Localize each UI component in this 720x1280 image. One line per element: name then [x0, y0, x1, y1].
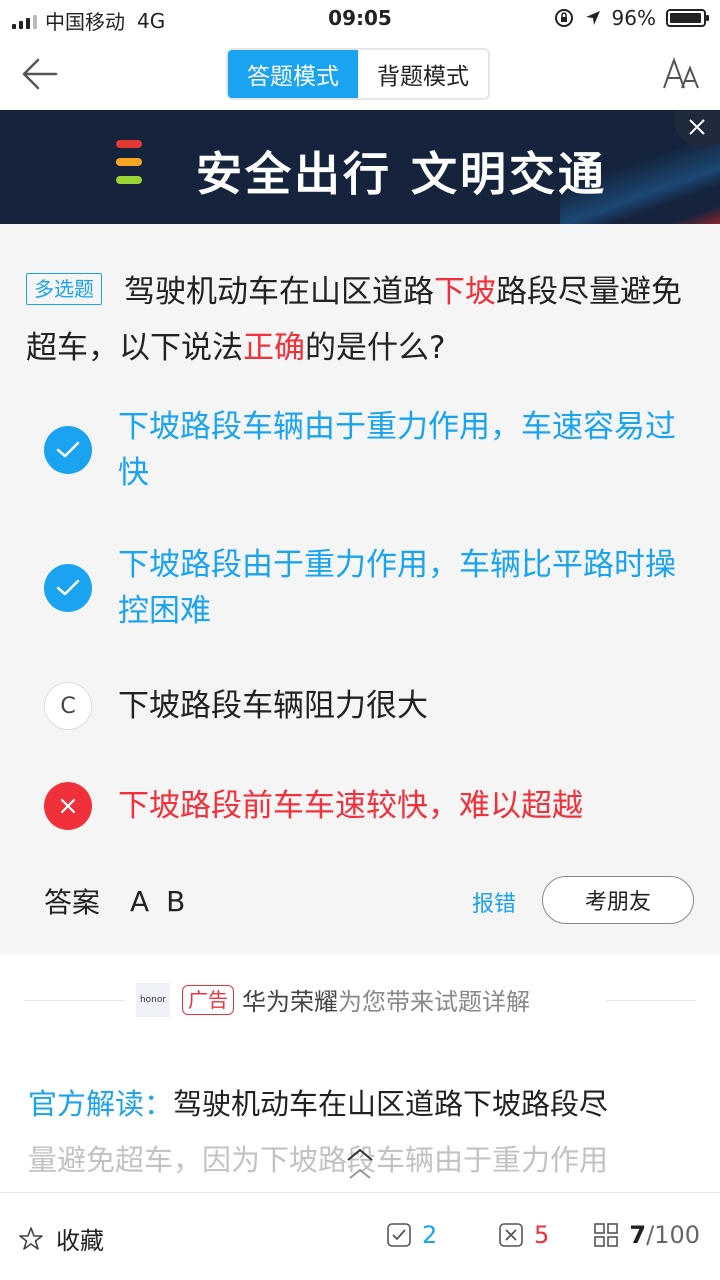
question-progress[interactable]: 7/100 [593, 1221, 700, 1249]
banner-text: 安全出行 文明交通 [196, 147, 608, 201]
correct-count[interactable]: 2 [386, 1221, 437, 1249]
correct-box-icon [387, 1223, 411, 1247]
wrong-count[interactable]: 5 [498, 1221, 549, 1249]
option-d-text: 下坡路段前车车速较快，难以超越 [118, 788, 583, 824]
question-text-part: 驾驶机动车在山区道路 [124, 274, 434, 310]
wrong-box-icon [499, 1223, 523, 1247]
star-icon [19, 1226, 43, 1250]
question-text: 多选题 驾驶机动车在山区道路下坡路段尽量避免超车，以下说法正确的是什么? [26, 264, 686, 376]
ask-friend-button[interactable]: 考朋友 [542, 876, 694, 924]
answer-value: A B [130, 884, 190, 918]
option-c-marker: C [44, 682, 92, 730]
wrong-count-value: 5 [534, 1221, 550, 1249]
sponsor-name: 华为荣耀 [242, 988, 338, 1016]
correct-count-value: 2 [422, 1221, 438, 1249]
divider [606, 1000, 696, 1001]
question-area: 多选题 驾驶机动车在山区道路下坡路段尽量避免超车，以下说法正确的是什么? 下坡路段… [0, 224, 720, 954]
current-question: 7 [629, 1221, 647, 1249]
sponsor-row[interactable]: honor 广告 华为荣耀 为您带来试题详解 [136, 982, 530, 1017]
tab-recite-mode[interactable]: 背题模式 [358, 50, 488, 98]
question-highlight: 下坡 [434, 274, 496, 310]
answer-label: 答案 [44, 886, 101, 919]
explanation-label: 官方解读： [28, 1087, 174, 1121]
sponsor-text: 为您带来试题详解 [338, 988, 530, 1016]
question-type-tag: 多选题 [26, 273, 102, 305]
top-header: 答题模式 背题模式 [0, 38, 720, 110]
answer-row: 答案 A B 报错 考朋友 [44, 876, 694, 926]
favorite-label: 收藏 [56, 1227, 104, 1255]
option-c-text: 下坡路段车辆阻力很大 [118, 688, 428, 724]
explanation-line1: 驾驶机动车在山区道路下坡路段尽 [173, 1087, 609, 1121]
bottom-bar: 收藏 2 5 7/100 [0, 1192, 720, 1280]
status-right: 96% [554, 6, 709, 30]
location-icon [585, 11, 600, 25]
battery-percent: 96% [611, 6, 656, 30]
ad-banner[interactable]: 安全出行 文明交通 [0, 110, 720, 224]
tab-answer-mode[interactable]: 答题模式 [228, 50, 358, 98]
status-bar: 中国移动 4G 09:05 96% [0, 0, 720, 38]
ad-tag: 广告 [182, 984, 234, 1015]
traffic-light-icon [116, 140, 142, 184]
option-b-text: 下坡路段由于重力作用，车辆比平路时操控困难 [118, 547, 676, 629]
cross-icon [44, 782, 92, 830]
honor-logo: honor [136, 982, 170, 1017]
option-c[interactable]: C 下坡路段车辆阻力很大 [44, 682, 694, 730]
option-d[interactable]: 下坡路段前车车速较快，难以超越 [44, 782, 694, 830]
battery-icon [666, 9, 709, 27]
option-b[interactable]: 下坡路段由于重力作用，车辆比平路时操控困难 [44, 542, 694, 634]
back-arrow-icon[interactable] [18, 56, 58, 92]
divider [24, 1000, 124, 1001]
explanation-section: honor 广告 华为荣耀 为您带来试题详解 官方解读：驾驶机动车在山区道路下坡路… [0, 954, 720, 1194]
mode-toggle: 答题模式 背题模式 [226, 48, 490, 100]
total-questions: /100 [646, 1221, 700, 1249]
expand-chevron-icon[interactable] [344, 1144, 376, 1184]
option-a-text: 下坡路段车辆由于重力作用，车速容易过快 [118, 409, 676, 491]
font-size-icon[interactable] [662, 56, 700, 92]
rotation-lock-icon [554, 9, 573, 27]
grid-icon [594, 1223, 619, 1247]
report-error-link[interactable]: 报错 [472, 886, 516, 918]
favorite-button[interactable]: 收藏 [18, 1221, 104, 1256]
check-icon [44, 426, 92, 474]
close-icon [689, 119, 705, 135]
question-highlight: 正确 [243, 330, 305, 366]
question-text-part: 的是什么? [305, 330, 446, 366]
check-icon [44, 564, 92, 612]
option-a[interactable]: 下坡路段车辆由于重力作用，车速容易过快 [44, 404, 694, 496]
